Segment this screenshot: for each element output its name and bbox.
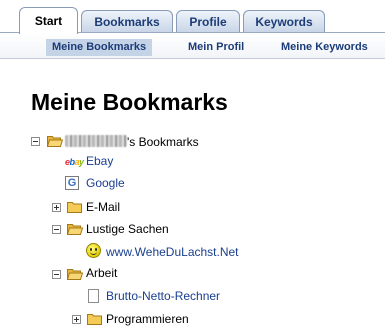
folder-lustige-sachen[interactable]: Lustige Sachen <box>86 221 169 237</box>
google-icon: G <box>65 176 79 190</box>
folder-programmieren[interactable]: Programmieren <box>106 311 189 327</box>
tab-profile[interactable]: Profile <box>176 10 240 32</box>
bookmark-wehedulachst[interactable]: www.WeheDuLachst.Net <box>106 244 239 260</box>
folder-open-icon <box>67 268 83 280</box>
subnav-mein-profil[interactable]: Mein Profil <box>188 39 244 56</box>
folder-arbeit[interactable]: Arbeit <box>86 265 117 281</box>
tab-keywords[interactable]: Keywords <box>243 10 325 32</box>
expand-email-toggle[interactable] <box>52 203 61 212</box>
bookmark-brutto-netto-rechner[interactable]: Brutto-Netto-Rechner <box>106 288 220 304</box>
folder-open-icon <box>47 135 63 147</box>
bookmark-ebay[interactable]: Ebay <box>86 153 113 169</box>
collapse-lustige-sachen-toggle[interactable] <box>52 225 61 234</box>
tab-start[interactable]: Start <box>19 7 78 34</box>
page-icon <box>88 289 99 303</box>
subnav-meine-keywords[interactable]: Meine Keywords <box>281 39 368 56</box>
folder-open-icon <box>67 223 83 235</box>
folder-email[interactable]: E-Mail <box>86 199 120 215</box>
ebay-icon: ebay <box>65 157 84 167</box>
expand-programmieren-toggle[interactable] <box>72 315 81 324</box>
main-tab-bar: Start Bookmarks Profile Keywords <box>0 0 385 34</box>
smiley-icon <box>86 243 101 258</box>
tab-bookmarks[interactable]: Bookmarks <box>81 10 173 32</box>
collapse-root-toggle[interactable] <box>31 137 40 146</box>
collapse-arbeit-toggle[interactable] <box>52 270 61 279</box>
folder-icon <box>67 201 83 213</box>
bookmark-google[interactable]: Google <box>86 175 125 191</box>
tree-root-label: 's Bookmarks <box>65 134 199 150</box>
subnav-meine-bookmarks[interactable]: Meine Bookmarks <box>46 39 153 56</box>
tree-root-suffix: 's Bookmarks <box>127 135 199 149</box>
sub-navigation: Meine Bookmarks Mein Profil Meine Keywor… <box>0 33 385 59</box>
redacted-username <box>65 135 127 147</box>
folder-icon <box>87 313 103 325</box>
page-title: Meine Bookmarks <box>31 89 228 115</box>
